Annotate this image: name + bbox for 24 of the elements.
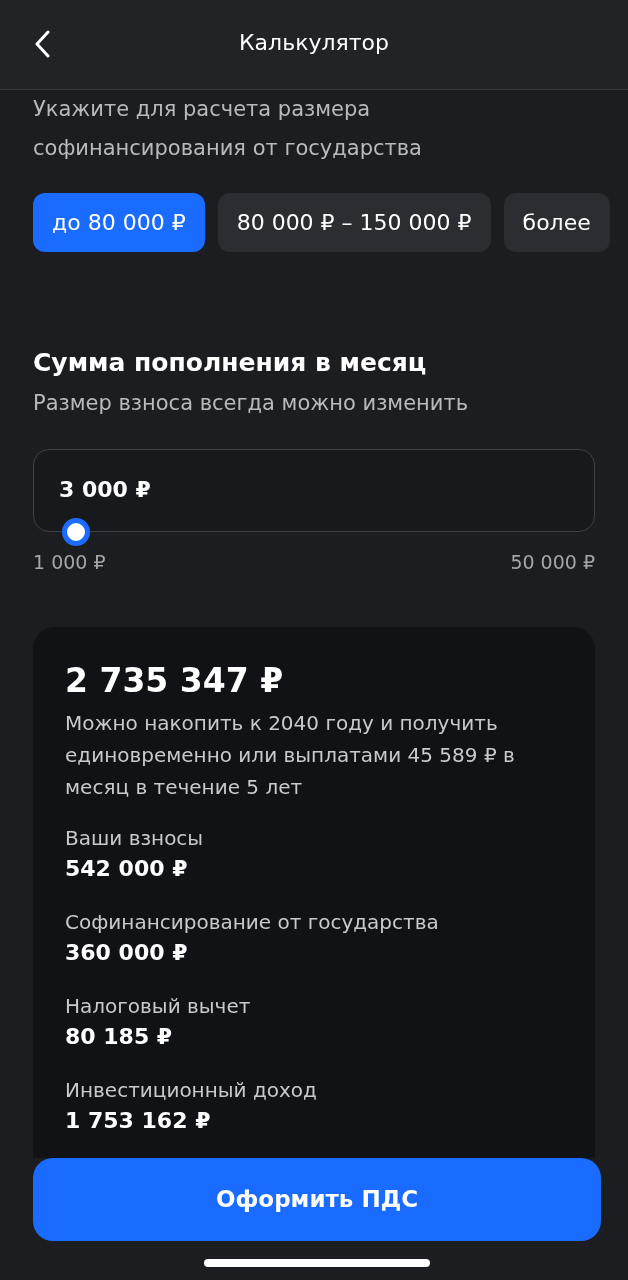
- breakdown-value: 80 185 ₽: [65, 1022, 174, 1051]
- breakdown-label: Софинансирование от государства: [65, 908, 440, 936]
- contribution-subtitle: Размер взноса всегда можно изменить: [32, 389, 470, 417]
- income-chip[interactable]: до 80 000 ₽: [33, 193, 205, 252]
- breakdown-label: Ваши взносы: [65, 824, 205, 852]
- submit-button[interactable]: Оформить ПДС: [33, 1158, 601, 1241]
- total-amount: 2 735 347 ₽: [65, 660, 285, 701]
- amount-value: 3 000 ₽: [59, 476, 151, 504]
- breakdown-value: 542 000 ₽: [65, 854, 189, 883]
- min-amount-label: 1 000 ₽: [33, 550, 106, 575]
- income-chip[interactable]: более: [503, 193, 610, 252]
- amount-field[interactable]: 3 000 ₽: [33, 449, 595, 532]
- breakdown-value: 360 000 ₽: [65, 938, 189, 967]
- slider-thumb[interactable]: [61, 518, 90, 546]
- back-icon: [34, 30, 50, 58]
- breakdown-label: Налоговый вычет: [65, 992, 252, 1020]
- income-hint: Укажите для расчета размера софинансирования от государства: [32, 96, 423, 162]
- screen-title: Калькулятор: [239, 29, 389, 57]
- contribution-title: Сумма пополнения в месяц: [32, 347, 428, 379]
- result-description: Можно накопить к 2040 году и получить единовременно или выплатами 45 589 ₽ в месяц в течение 5 лет: [65, 709, 516, 801]
- max-amount-label: 50 000 ₽: [510, 550, 595, 575]
- breakdown-value: 1 753 162 ₽: [65, 1106, 212, 1135]
- breakdown-label: Инвестиционный доход: [65, 1076, 318, 1104]
- income-chip[interactable]: 80 000 ₽ – 150 000 ₽: [217, 193, 491, 252]
